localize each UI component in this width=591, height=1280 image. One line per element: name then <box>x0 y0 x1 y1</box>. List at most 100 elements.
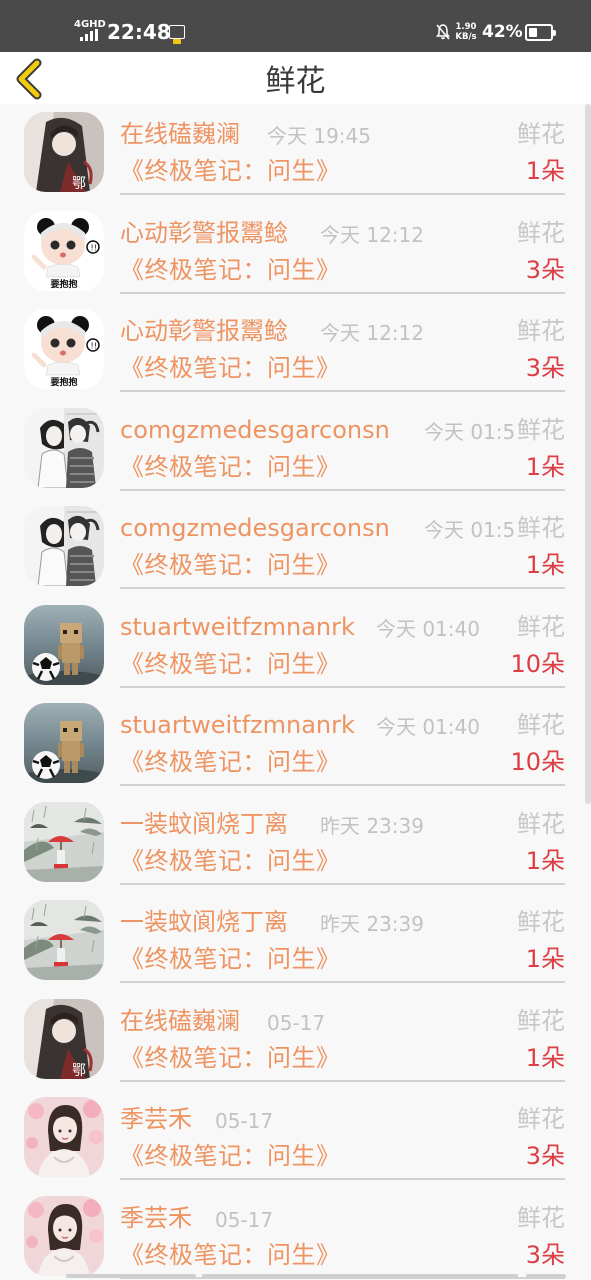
gift-type: 鲜花 <box>515 512 565 544</box>
notification-icon <box>169 25 185 44</box>
gift-type: 鲜花 <box>515 1201 565 1234</box>
timestamp: 05-17 <box>267 1010 326 1035</box>
avatar[interactable] <box>24 900 104 980</box>
timestamp: 今天 19:45 <box>267 124 371 148</box>
divider <box>120 981 565 983</box>
svg-text:鄂: 鄂 <box>72 1063 86 1079</box>
book-title[interactable]: 《终极笔记：问生》 <box>120 648 341 680</box>
flower-count: 1朵 <box>525 945 565 973</box>
list-item[interactable]: 鄂 在线磕巍澜 今天 19:45 鲜花 《终极笔记：问生》 1朵 <box>0 104 591 203</box>
divider <box>120 1079 565 1082</box>
divider <box>120 1178 565 1180</box>
user-name[interactable]: stuartweitfzmnanrk <box>120 709 355 741</box>
avatar[interactable] <box>24 604 104 685</box>
book-title[interactable]: 《终极笔记：问生》 <box>120 746 341 778</box>
book-title[interactable]: 《终极笔记：问生》 <box>120 352 341 384</box>
flower-count: 1朵 <box>525 551 565 579</box>
user-name[interactable]: 一装蚊阆烧丁离 <box>120 808 288 840</box>
page-title: 鲜花 <box>265 64 326 99</box>
list-item[interactable]: 季芸禾 05-17 鲜花 《终极笔记：问生》 3朵 <box>0 1089 591 1188</box>
book-title[interactable]: 《终极笔记：问生》 <box>120 451 341 483</box>
list-item[interactable]: !! 要抱抱 心动彰警报鬻鲶 今天 12:12 鲜花 《终极笔记：问生》 3朵 <box>0 203 591 302</box>
avatar[interactable] <box>24 1097 104 1177</box>
avatar[interactable]: !! 要抱抱 <box>24 210 104 291</box>
user-name[interactable]: 季芸禾 <box>120 1202 192 1234</box>
user-name[interactable]: comgzmedesgarconsn <box>120 512 390 544</box>
list-item[interactable]: stuartweitfzmnanrk 今天 01:40 鲜花 《终极笔记：问生》… <box>0 695 591 794</box>
list-item[interactable]: comgzmedesgarconsn 今天 01:53 鲜花 《终极笔记：问生》… <box>0 498 591 597</box>
avatar[interactable] <box>24 1195 104 1276</box>
list-item[interactable]: comgzmedesgarconsn 今天 01:53 鲜花 《终极笔记：问生》… <box>0 400 591 499</box>
avatar[interactable] <box>24 801 104 882</box>
divider <box>120 784 565 786</box>
user-name[interactable]: 心动彰警报鬻鲶 <box>120 315 288 347</box>
avatar[interactable] <box>24 506 104 586</box>
list-item[interactable]: 季芸禾 05-17 鲜花 《终极笔记：问生》 3朵 <box>0 1188 591 1280</box>
home-indicator[interactable] <box>66 1274 196 1278</box>
divider <box>120 488 565 491</box>
flower-count: 1朵 <box>525 846 565 875</box>
signal-icon <box>80 29 102 41</box>
avatar[interactable] <box>24 703 104 783</box>
flower-count: 1朵 <box>525 157 565 185</box>
flower-count: 10朵 <box>510 748 565 776</box>
user-name[interactable]: 季芸禾 <box>120 1103 192 1135</box>
flower-count: 1朵 <box>525 1043 565 1072</box>
timestamp: 今天 12:12 <box>320 222 424 247</box>
battery-icon <box>525 24 556 41</box>
status-bar: 4GHD 22:48 1.90 KB/s 42% <box>0 0 591 52</box>
book-title[interactable]: 《终极笔记：问生》 <box>120 943 341 975</box>
timestamp: 05-17 <box>215 1207 274 1232</box>
flower-count: 3朵 <box>525 255 565 284</box>
bell-muted-icon <box>436 24 450 40</box>
list-item[interactable]: 一装蚊阆烧丁离 昨天 23:39 鲜花 《终极笔记：问生》 1朵 <box>0 892 591 991</box>
list-item[interactable]: 一装蚊阆烧丁离 昨天 23:39 鲜花 《终极笔记：问生》 1朵 <box>0 794 591 893</box>
avatar-caption: 要抱抱 <box>50 278 77 290</box>
book-title[interactable]: 《终极笔记：问生》 <box>120 845 341 877</box>
home-indicator[interactable] <box>202 1274 518 1278</box>
user-name[interactable]: stuartweitfzmnanrk <box>120 611 355 643</box>
gift-type: 鲜花 <box>515 413 565 446</box>
list-item[interactable]: 鄂 在线磕巍澜 05-17 鲜花 《终极笔记：问生》 1朵 <box>0 991 591 1090</box>
timestamp: 昨天 23:39 <box>320 813 424 838</box>
book-title[interactable]: 《终极笔记：问生》 <box>120 1042 341 1074</box>
avatar[interactable]: 鄂 <box>24 998 104 1079</box>
user-name[interactable]: 在线磕巍澜 <box>120 118 240 150</box>
book-title[interactable]: 《终极笔记：问生》 <box>120 254 341 286</box>
battery-percent: 42% <box>482 22 523 42</box>
gift-type: 鲜花 <box>515 216 565 249</box>
timestamp: 今天 01:53 <box>424 518 528 542</box>
flower-count: 3朵 <box>525 1240 565 1269</box>
book-title[interactable]: 《终极笔记：问生》 <box>120 155 341 187</box>
timestamp: 今天 01:53 <box>424 419 528 444</box>
flower-gift-list[interactable]: 鄂 在线磕巍澜 今天 19:45 鲜花 《终极笔记：问生》 1朵 !! 要抱抱 … <box>0 104 591 1280</box>
home-indicator[interactable] <box>526 1274 566 1278</box>
avatar[interactable]: !! 要抱抱 <box>24 309 104 389</box>
user-name[interactable]: 心动彰警报鬻鲶 <box>120 217 288 249</box>
book-title[interactable]: 《终极笔记：问生》 <box>120 1140 341 1172</box>
user-name[interactable]: 在线磕巍澜 <box>120 1005 240 1037</box>
list-item[interactable]: !! 要抱抱 心动彰警报鬻鲶 今天 12:12 鲜花 《终极笔记：问生》 3朵 <box>0 301 591 400</box>
divider <box>120 291 565 294</box>
timestamp: 05-17 <box>215 1109 274 1133</box>
book-title[interactable]: 《终极笔记：问生》 <box>120 549 341 581</box>
flower-count: 3朵 <box>525 1142 565 1170</box>
user-name[interactable]: comgzmedesgarconsn <box>120 414 390 446</box>
user-name[interactable]: 一装蚊阆烧丁离 <box>120 906 288 938</box>
network-speed: 1.90 KB/s <box>455 22 477 42</box>
gift-type: 鲜花 <box>515 315 565 347</box>
timestamp: 今天 12:12 <box>320 321 424 345</box>
list-item[interactable]: stuartweitfzmnanrk 今天 01:40 鲜花 《终极笔记：问生》… <box>0 597 591 696</box>
flower-count: 1朵 <box>525 452 565 481</box>
flower-count: 10朵 <box>510 649 565 678</box>
svg-text:鄂: 鄂 <box>72 176 86 192</box>
gift-type: 鲜花 <box>515 807 565 840</box>
gift-type: 鲜花 <box>515 1004 565 1037</box>
scrollbar[interactable] <box>585 104 591 804</box>
divider <box>120 882 565 885</box>
avatar[interactable] <box>24 407 104 488</box>
divider <box>120 193 565 195</box>
gift-type: 鲜花 <box>515 1103 565 1135</box>
avatar[interactable]: 鄂 <box>24 112 104 192</box>
book-title[interactable]: 《终极笔记：问生》 <box>120 1239 341 1271</box>
